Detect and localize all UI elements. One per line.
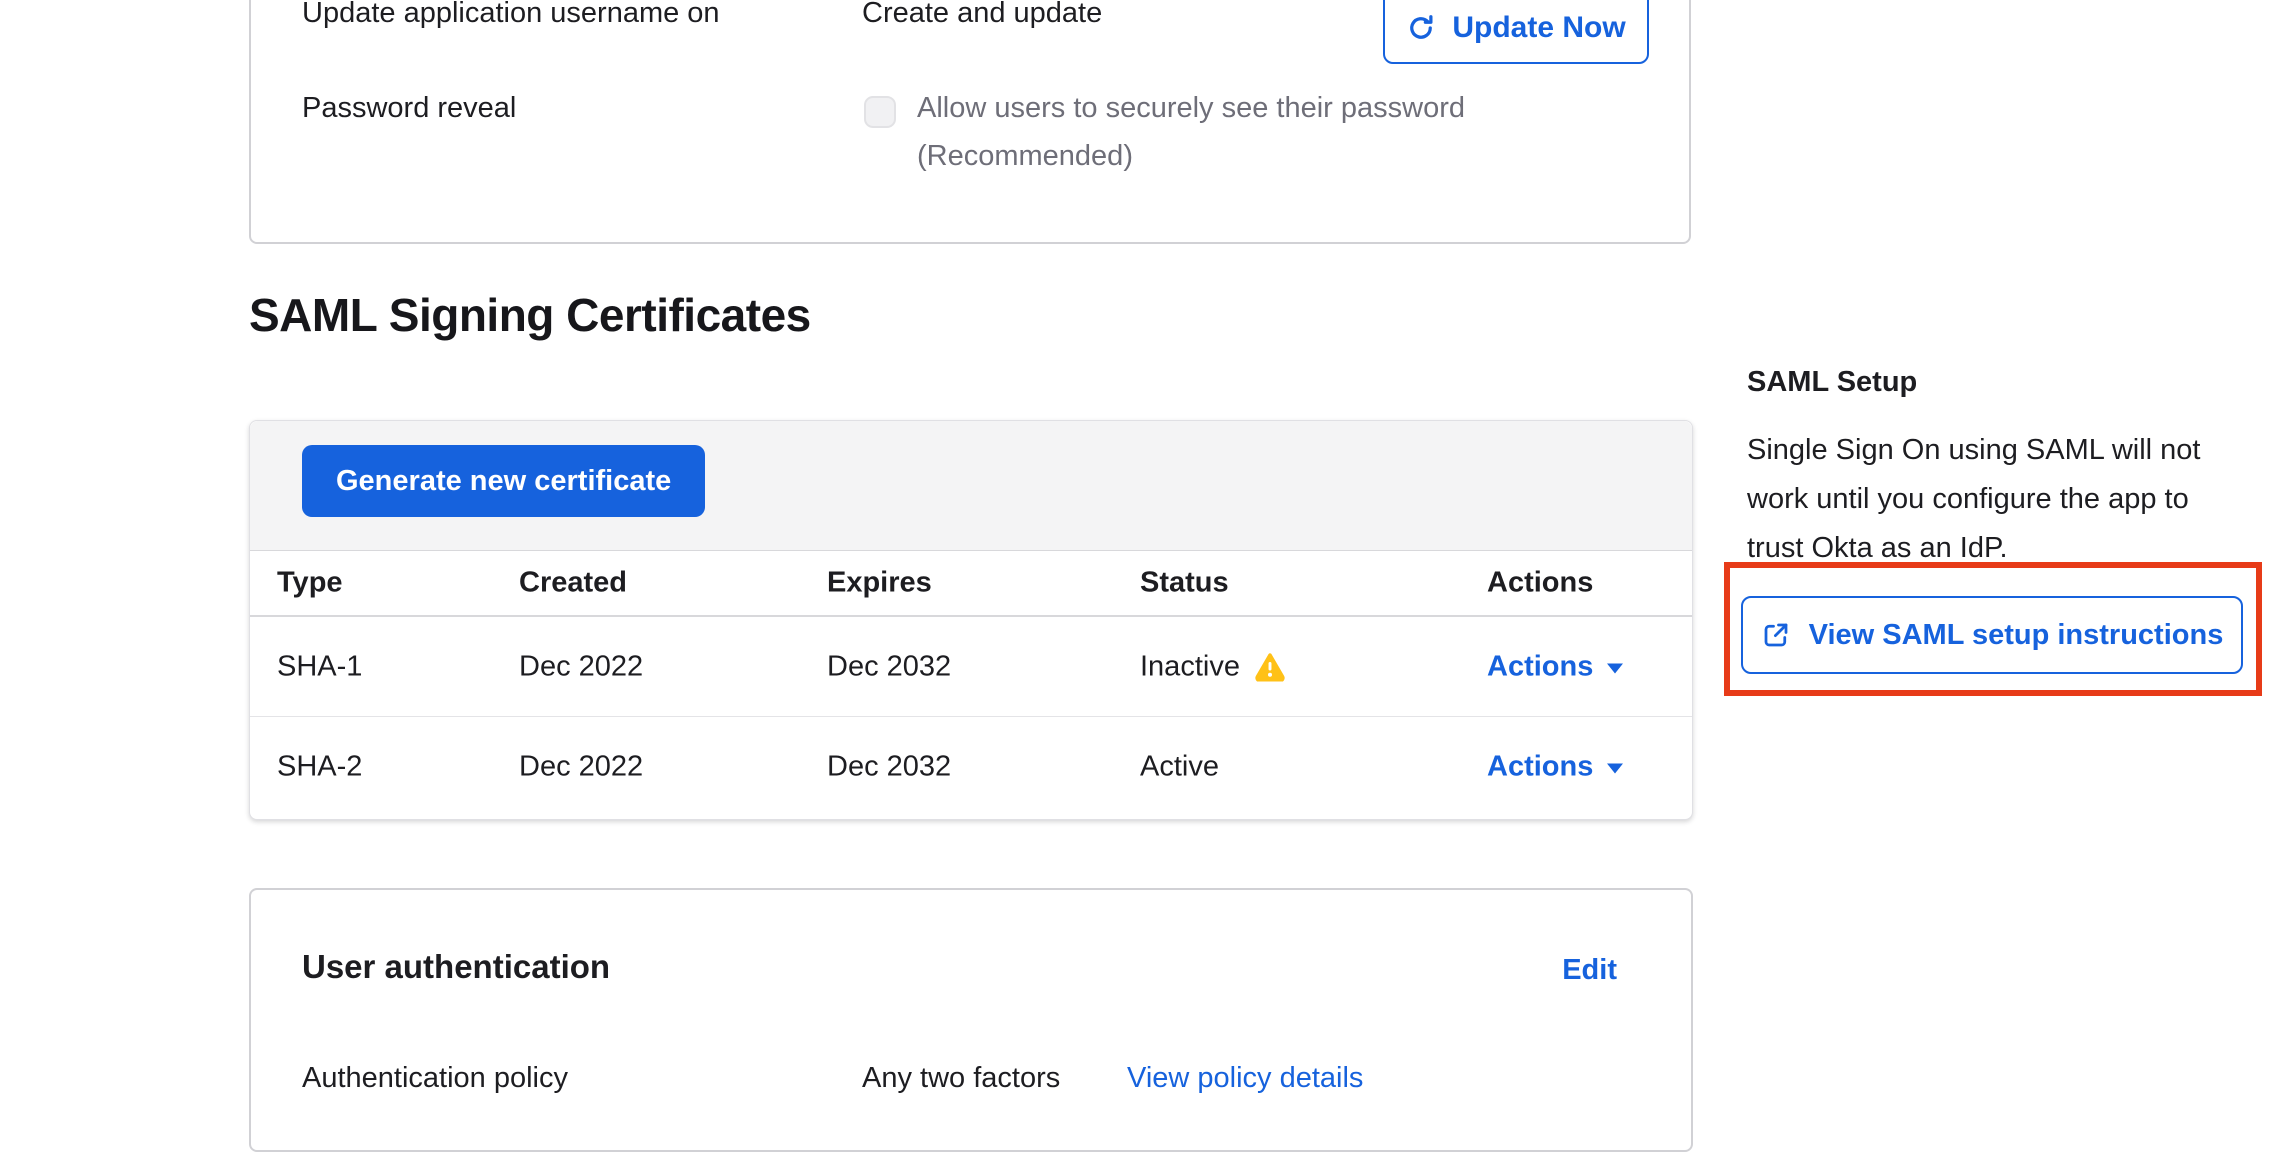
app-settings-page: Update application username on Create an… xyxy=(0,0,2279,1158)
certificate-status: Active xyxy=(1140,751,1219,784)
authentication-policy-value: Any two factors xyxy=(862,1062,1060,1095)
update-now-button[interactable]: Update Now xyxy=(1383,0,1649,64)
authentication-policy-label: Authentication policy xyxy=(302,1062,568,1095)
certificates-table-header-row: Type Created Expires Status Actions xyxy=(250,551,1692,617)
user-authentication-heading: User authentication xyxy=(302,948,610,986)
certificate-type: SHA-1 xyxy=(277,650,362,683)
saml-setup-description: work until you configure the app to xyxy=(1747,481,2189,517)
certificates-card: Generate new certificate Type Created Ex… xyxy=(249,420,1693,820)
view-saml-setup-instructions-button[interactable]: View SAML setup instructions xyxy=(1741,596,2243,674)
password-reveal-recommended-label: (Recommended) xyxy=(917,139,1133,173)
certificate-type: SHA-2 xyxy=(277,751,362,784)
warning-icon xyxy=(1254,652,1286,682)
column-header-status: Status xyxy=(1140,567,1229,600)
update-username-value: Create and update xyxy=(862,0,1102,30)
saml-signing-certificates-heading: SAML Signing Certificates xyxy=(249,288,811,342)
certificate-expires: Dec 2032 xyxy=(827,751,951,784)
caret-down-icon xyxy=(1607,663,1623,673)
certificate-actions-dropdown[interactable]: Actions xyxy=(1487,751,1623,784)
password-reveal-label: Password reveal xyxy=(302,91,516,125)
update-username-label: Update application username on xyxy=(302,0,720,30)
certificate-actions-dropdown[interactable]: Actions xyxy=(1487,650,1623,683)
certificate-created: Dec 2022 xyxy=(519,650,643,683)
certificate-row-sha1: SHA-1 Dec 2022 Dec 2032 Inactive Actions xyxy=(250,617,1692,717)
column-header-type: Type xyxy=(277,567,343,600)
generate-new-certificate-button[interactable]: Generate new certificate xyxy=(302,445,705,517)
view-policy-details-link[interactable]: View policy details xyxy=(1127,1062,1363,1095)
saml-setup-description: Single Sign On using SAML will not xyxy=(1747,432,2201,468)
actions-label: Actions xyxy=(1487,650,1593,683)
certificate-expires: Dec 2032 xyxy=(827,650,951,683)
password-reveal-checkbox[interactable] xyxy=(864,96,896,128)
user-authentication-card: User authentication Edit Authentication … xyxy=(249,888,1693,1152)
external-link-icon xyxy=(1761,620,1791,650)
update-now-label: Update Now xyxy=(1452,11,1625,45)
certificate-created: Dec 2022 xyxy=(519,751,643,784)
view-saml-setup-instructions-label: View SAML setup instructions xyxy=(1809,619,2224,652)
column-header-actions: Actions xyxy=(1487,567,1593,600)
saml-setup-description: trust Okta as an IdP. xyxy=(1747,530,2008,566)
certificate-row-sha2: SHA-2 Dec 2022 Dec 2032 Active Actions xyxy=(250,717,1692,817)
actions-label: Actions xyxy=(1487,751,1593,784)
status-text: Inactive xyxy=(1140,650,1240,683)
column-header-created: Created xyxy=(519,567,627,600)
column-header-expires: Expires xyxy=(827,567,932,600)
sign-on-settings-card: Update application username on Create an… xyxy=(249,0,1691,244)
caret-down-icon xyxy=(1607,764,1623,774)
edit-link[interactable]: Edit xyxy=(1562,954,1617,987)
saml-setup-heading: SAML Setup xyxy=(1747,366,1917,399)
certificate-status: Inactive xyxy=(1140,650,1286,683)
certificates-toolbar: Generate new certificate xyxy=(250,421,1692,551)
password-reveal-checkbox-label: Allow users to securely see their passwo… xyxy=(917,91,1465,125)
refresh-icon xyxy=(1406,13,1436,43)
